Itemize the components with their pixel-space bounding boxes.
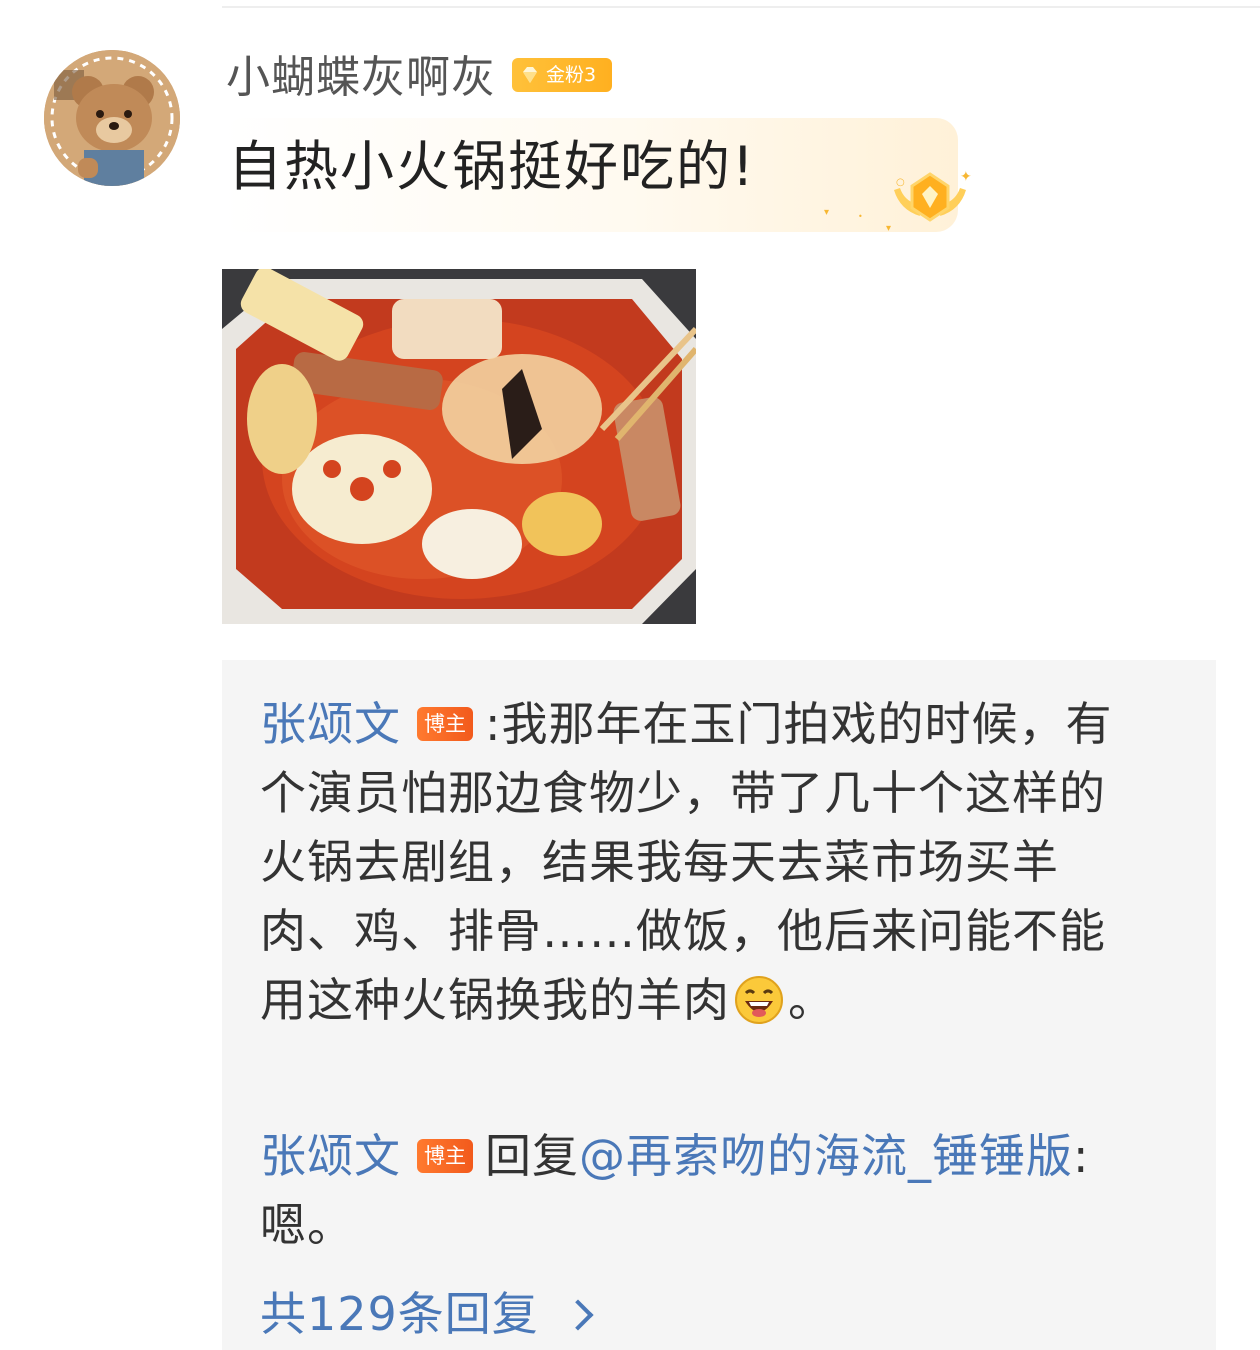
divider	[222, 6, 1260, 8]
view-all-replies-link[interactable]: 共129条回复	[260, 1284, 594, 1344]
weibo-comment-page: 小蝴蝶灰啊灰 金粉3 自热小火锅挺好吃的! ✦ ○ ▾ • ▾ 张颂文 博主:…	[0, 0, 1260, 1350]
comment-text: 自热小火锅挺好吃的!	[228, 135, 756, 198]
reply-separator: :	[1073, 1129, 1090, 1183]
blogger-badge: 博主	[417, 706, 473, 741]
reply-author[interactable]: 张颂文	[260, 697, 401, 751]
reply-prefix: 回复	[485, 1129, 579, 1183]
mention-link[interactable]: @再索吻的海流_锤锤版	[579, 1129, 1073, 1183]
reply-text: 嗯。	[260, 1198, 354, 1252]
more-replies-label: 共129条回复	[260, 1287, 539, 1341]
teddy-bear-avatar-icon	[44, 50, 180, 186]
hotpot-image	[222, 269, 696, 624]
diamond-icon	[523, 67, 537, 83]
grinning-face-icon	[734, 975, 784, 1025]
sparkle-icon: ▾	[824, 207, 830, 218]
reply-author[interactable]: 张颂文	[260, 1129, 401, 1183]
fan-badge-label: 金粉3	[546, 64, 597, 86]
reply-separator: :	[485, 697, 502, 751]
reply-text-end: 。	[788, 973, 835, 1027]
blogger-badge: 博主	[417, 1138, 473, 1173]
username[interactable]: 小蝴蝶灰啊灰	[226, 50, 496, 106]
hotpot-photo[interactable]	[222, 269, 696, 624]
sparkle-icon: •	[858, 212, 863, 221]
sparkle-icon: ▾	[886, 223, 892, 234]
fan-level-badge[interactable]: 金粉3	[512, 58, 612, 92]
avatar[interactable]	[44, 50, 180, 186]
sparkle-icon: ○	[896, 177, 905, 188]
chevron-right-icon	[562, 1298, 594, 1331]
reply-item: 张颂文 博主:我那年在玉门拍戏的时候，有个演员怕那边食物少，带了几十个这样的火锅去…	[260, 690, 1120, 1035]
reply-item: 张颂文 博主 回复@再索吻的海流_锤锤版: 嗯。	[260, 1122, 1120, 1260]
sparkle-icon: ✦	[960, 169, 972, 185]
